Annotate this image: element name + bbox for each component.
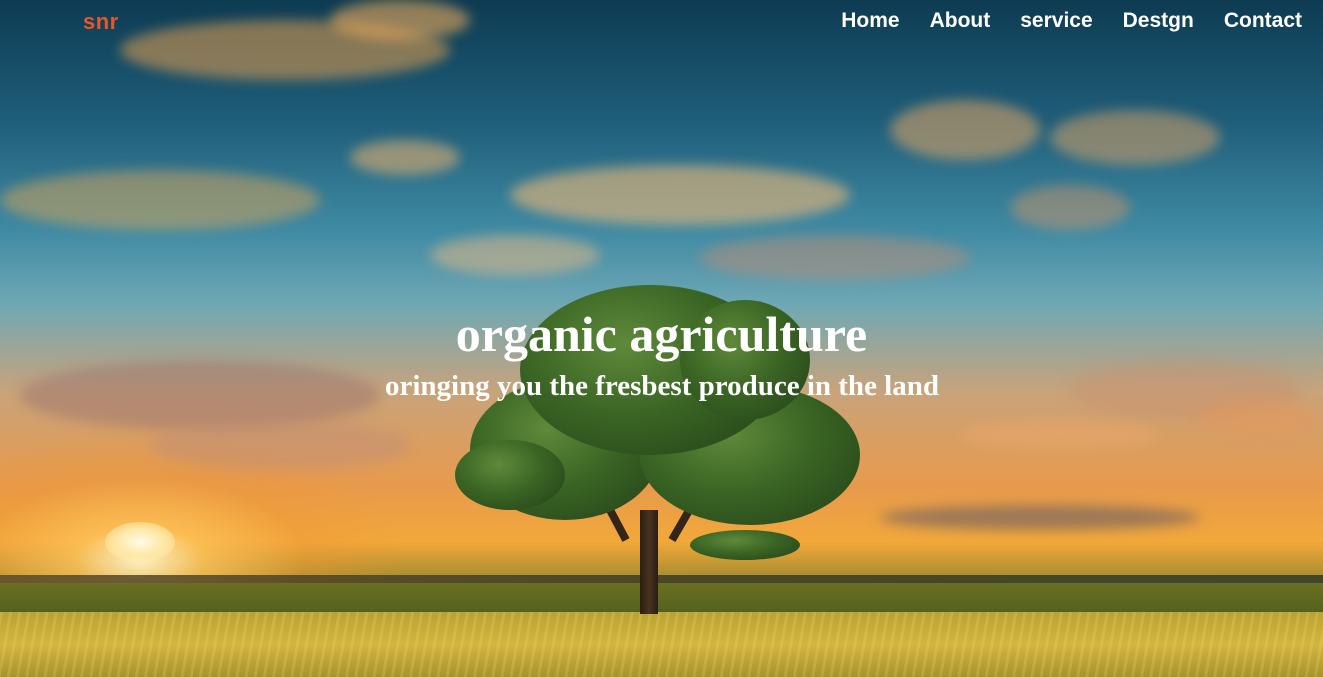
hero-section: snr Home About service Destgn Contact or… bbox=[0, 0, 1323, 677]
nav-item-home: Home bbox=[841, 8, 899, 34]
hero-title: organic agriculture bbox=[455, 306, 868, 362]
logo[interactable]: snr bbox=[83, 9, 119, 35]
nav-link-design[interactable]: Destgn bbox=[1123, 9, 1194, 32]
nav-item-service: service bbox=[1020, 8, 1092, 34]
nav-link-contact[interactable]: Contact bbox=[1224, 9, 1302, 32]
nav-link-home[interactable]: Home bbox=[841, 9, 899, 32]
nav-link-service[interactable]: service bbox=[1020, 9, 1092, 32]
nav-link-about[interactable]: About bbox=[930, 9, 991, 32]
hero-subtitle: oringing you the fresbest produce in the… bbox=[384, 370, 940, 402]
nav-menu: Home About service Destgn Contact bbox=[811, 8, 1302, 34]
navbar: snr Home About service Destgn Contact bbox=[0, 0, 1323, 44]
nav-item-about: About bbox=[930, 8, 991, 34]
nav-item-design: Destgn bbox=[1123, 8, 1194, 34]
nav-item-contact: Contact bbox=[1224, 8, 1302, 34]
